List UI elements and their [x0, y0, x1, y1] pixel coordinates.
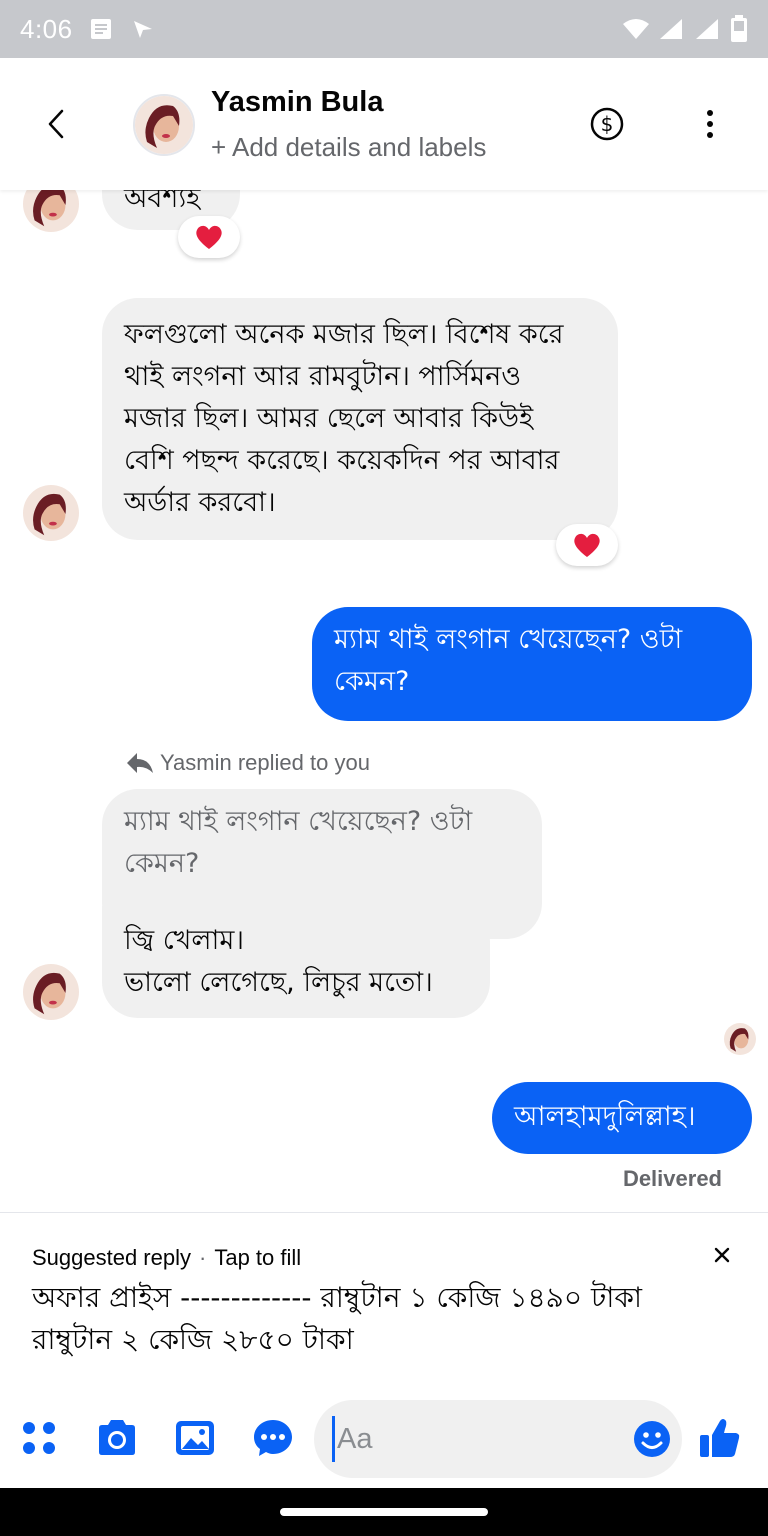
emoji-icon: [634, 1421, 670, 1457]
close-suggestion-button[interactable]: [708, 1241, 736, 1269]
contact-name[interactable]: Yasmin Bula: [211, 86, 383, 119]
outgoing-message-bubble[interactable]: ম্যাম থাই লংগান খেয়েছেন? ওটা কেমন?: [312, 607, 752, 721]
chevron-left-icon: [48, 109, 64, 139]
message-input-container: [314, 1400, 682, 1478]
home-gesture-handle[interactable]: [280, 1508, 488, 1516]
system-navigation-bar: [0, 1488, 768, 1536]
dot: [707, 121, 713, 127]
suggested-reply-hint: Tap to fill: [214, 1245, 302, 1270]
status-bar: 4:06: [0, 0, 768, 58]
camera-icon: [99, 1420, 135, 1455]
avatar-image: [23, 190, 79, 232]
sender-avatar[interactable]: [23, 485, 79, 541]
dot: [707, 110, 713, 116]
dot: [707, 132, 713, 138]
dollar-circle-icon: $: [590, 107, 624, 141]
avatar-image: [23, 485, 79, 541]
avatar-image: [135, 96, 193, 154]
message-list[interactable]: অবশ্যই ফলগুলো অনেক মজার ছিল। বিশেষ করে থ…: [0, 190, 768, 1212]
conversation-header: Yasmin Bula + Add details and labels $: [0, 58, 768, 190]
suggested-reply-title: Suggested reply: [32, 1245, 191, 1270]
outgoing-message-bubble[interactable]: আলহামদুলিল্লাহ।: [492, 1082, 752, 1154]
avatar-image: [23, 964, 79, 1020]
gallery-button[interactable]: [173, 1416, 217, 1460]
sender-avatar[interactable]: [23, 190, 79, 232]
thumbs-up-icon: [700, 1419, 740, 1457]
navigation-arrow-icon: [133, 21, 152, 38]
status-time: 4:06: [20, 13, 73, 44]
image-icon: [176, 1421, 214, 1455]
back-button[interactable]: [36, 102, 76, 146]
reaction-badge[interactable]: [556, 524, 618, 566]
signal-icon-2: [696, 19, 718, 39]
reply-indicator: Yasmin replied to you: [126, 750, 370, 776]
grid-dots-icon: [23, 1422, 55, 1454]
suggested-reply-header: Suggested reply · Tap to fill: [32, 1245, 301, 1271]
reply-arrow-icon: [127, 753, 153, 773]
actions-menu-button[interactable]: [17, 1416, 61, 1460]
payment-button[interactable]: $: [589, 106, 625, 142]
camera-button[interactable]: [95, 1416, 139, 1460]
battery-icon: [731, 15, 747, 42]
svg-text:$: $: [601, 112, 614, 136]
delivery-status: Delivered: [622, 1166, 722, 1191]
message-bubble[interactable]: জ্বি খেলাম। ভালো লেগেছে, লিচুর মতো।: [102, 906, 490, 1018]
message-bubble[interactable]: ফলগুলো অনেক মজার ছিল। বিশেষ করে থাই লংগন…: [102, 298, 618, 540]
like-button[interactable]: [698, 1416, 742, 1460]
suggested-reply-panel[interactable]: Suggested reply · Tap to fill অফার প্রাইস …: [0, 1212, 768, 1392]
more-options-button[interactable]: [696, 102, 724, 146]
close-icon: [714, 1247, 730, 1263]
emoji-button[interactable]: [632, 1419, 672, 1459]
heart-icon: [574, 533, 600, 557]
separator-dot: ·: [199, 1245, 207, 1270]
contact-avatar[interactable]: [133, 94, 195, 156]
chat-bubble-icon: [254, 1420, 292, 1456]
sender-avatar[interactable]: [23, 964, 79, 1020]
reaction-badge[interactable]: [178, 216, 240, 258]
reply-label-text: Yasmin replied to you: [160, 750, 370, 775]
signal-icon: [660, 19, 682, 39]
avatar-image: [724, 1023, 756, 1055]
message-input[interactable]: [332, 1416, 622, 1462]
chat-extensions-button[interactable]: [251, 1416, 295, 1460]
notification-doc-icon: [90, 19, 111, 39]
wifi-icon: [623, 19, 649, 39]
heart-icon: [196, 225, 222, 249]
message-composer: [0, 1392, 768, 1488]
add-details-link[interactable]: + Add details and labels: [211, 132, 486, 163]
seen-avatar: [724, 1023, 756, 1055]
suggested-reply-text[interactable]: অফার প্রাইস ------------- রাম্বুটান ১ কে…: [32, 1277, 732, 1361]
